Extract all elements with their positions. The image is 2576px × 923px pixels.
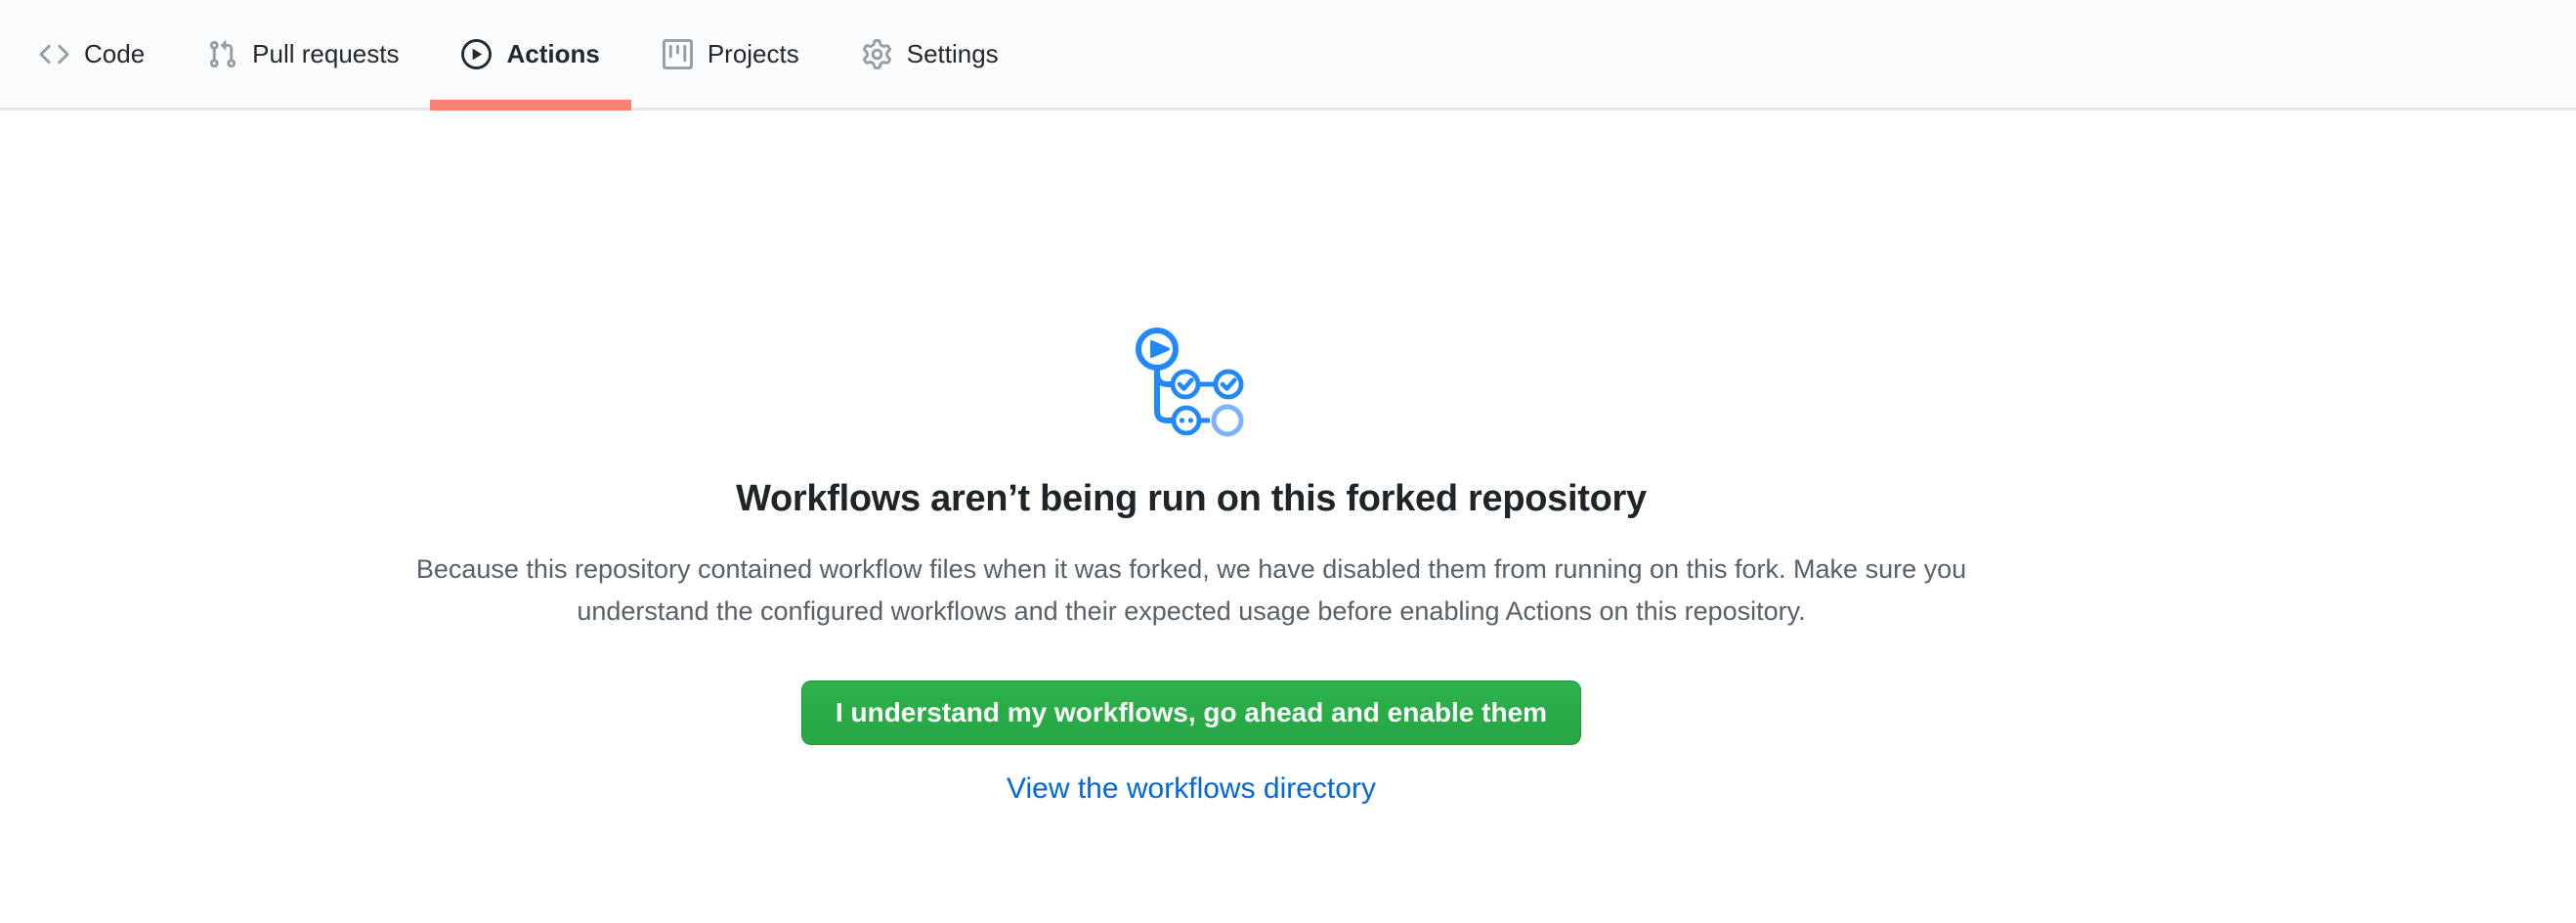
tab-label: Pull requests <box>252 41 399 66</box>
git-pull-request-icon <box>207 39 237 69</box>
tab-label: Projects <box>708 41 799 66</box>
tab-projects[interactable]: Projects <box>631 0 831 108</box>
blankslate-heading: Workflows aren’t being run on this forke… <box>0 476 2383 523</box>
tab-pull-requests[interactable]: Pull requests <box>176 0 430 108</box>
enable-workflows-button[interactable]: I understand my workflows, go ahead and … <box>801 681 1581 745</box>
project-board-icon <box>663 39 693 69</box>
play-circle-icon <box>461 39 492 69</box>
workflow-illustration-icon <box>1126 315 1258 447</box>
tab-label: Settings <box>907 41 999 66</box>
gear-icon <box>862 39 892 69</box>
enable-button-row: I understand my workflows, go ahead and … <box>0 633 2383 745</box>
tab-label: Actions <box>506 41 599 66</box>
code-icon <box>39 39 69 69</box>
tab-code[interactable]: Code <box>8 0 176 108</box>
tab-label: Code <box>84 41 145 66</box>
active-tab-underline <box>430 100 630 110</box>
repo-nav: Code Pull requests Actions Projects Sett… <box>0 0 2576 110</box>
actions-blankslate: Workflows aren’t being run on this forke… <box>0 315 2383 806</box>
workflows-directory-link[interactable]: View the workflows directory <box>1007 772 1376 805</box>
tab-actions[interactable]: Actions <box>430 0 630 108</box>
workflows-link-row: View the workflows directory <box>0 772 2383 806</box>
tab-settings[interactable]: Settings <box>831 0 1030 108</box>
blankslate-description: Because this repository contained workfl… <box>395 549 1988 633</box>
